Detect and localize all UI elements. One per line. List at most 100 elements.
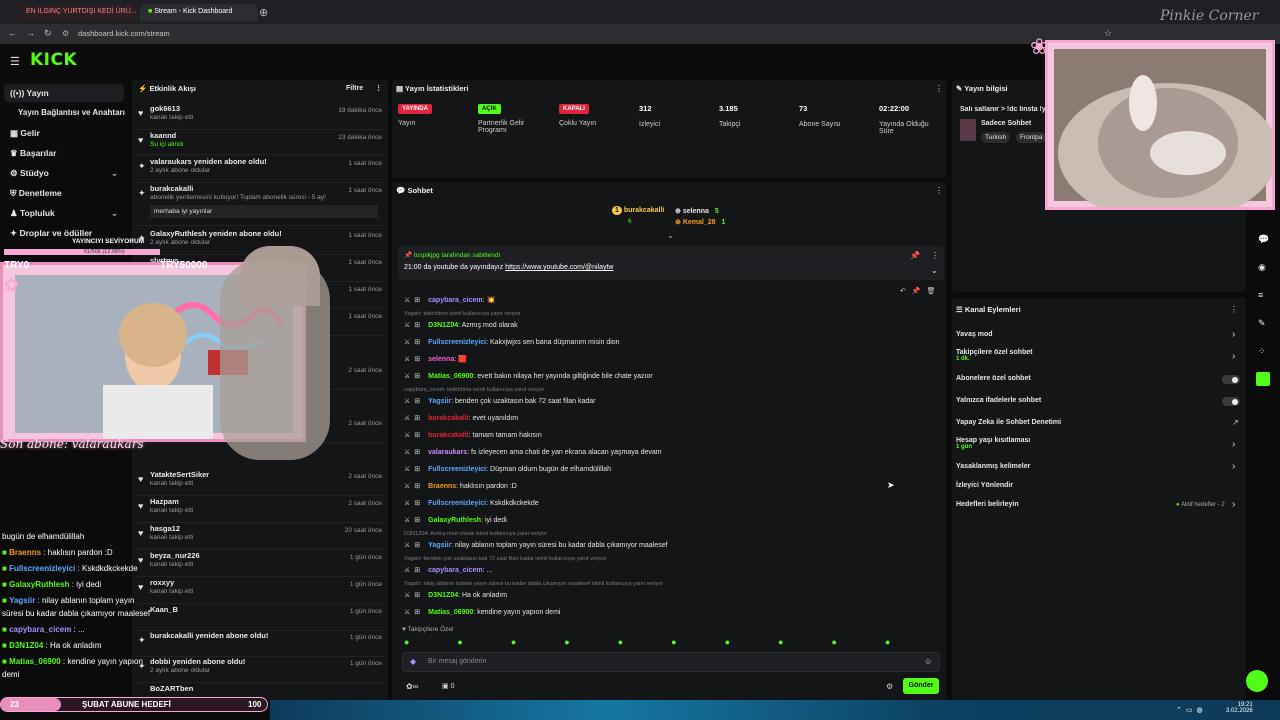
stat-live: YAYINDA Yayın [398,104,432,127]
chevron-down-icon[interactable]: ⌄ [931,266,938,275]
more-icon[interactable]: ⋮ [1230,305,1238,314]
banned-words-item[interactable]: Yasaklanmış kelimeler [956,463,1030,470]
stream-info-title: ✎ Yayın bilgisi [956,84,1008,93]
apps-icon[interactable]: ⁘ [1258,346,1266,357]
activity-item: ✦ burakcakalli yeniden abone oldu! 1 gün ö… [136,631,384,657]
forward-icon[interactable]: → [26,28,35,38]
raid-item[interactable]: İzleyici Yönlendir [956,482,1013,489]
heart-icon: ♥ [138,108,144,118]
calendar-icon[interactable] [1256,372,1270,386]
unpin-icon[interactable]: 📌 [910,251,920,260]
chat-message: ⚔⊞ D3N1Z04: Ha ok anladım [404,592,508,599]
chat-message: ⚔⊞ Matias_06900: evett bakın nilaya her y… [404,373,653,380]
mod-icons: ⚔⊞ [404,297,425,304]
overlay-chat-line: ■ capybara_cicem : ... [2,625,85,634]
activity-item: ♥ YatakteSertSiker kanalı takip etti 2 saat… [136,470,384,496]
followers-only-label: ♥ Takipçilere Özel [402,626,454,633]
chevron-right-icon[interactable]: › [1232,329,1235,340]
activity-item: ♥ roxxyy kanalı takip etti 1 gün önce [136,578,384,604]
chevron-right-icon[interactable]: › [1232,499,1235,510]
stat-multistream: KAPALI Çoklu Yayın [559,104,597,127]
mod-icons: ⚔⊞ [404,592,425,599]
points-icon[interactable]: ✿∞ [406,682,418,691]
mod-icons: ⚔⊞ [404,449,425,456]
rank-3-icon: ⊕ [675,219,683,226]
sidebar-item-community[interactable]: ♟ Topluluk ⌄ [4,204,124,222]
kick-logo[interactable]: KICK [30,50,77,70]
chat-message: ⚔⊞ Braenns: haklısın pardon :D [404,483,517,490]
top-chatter-3: ⊕ Kemal_28 1 [675,219,726,226]
sidebar-item-stream[interactable]: ((•)) Yayın [4,84,124,102]
broadcast-icon[interactable]: ◉ [1258,262,1266,273]
flower-icon: ✿ [4,275,20,295]
sidebar-item-studio[interactable]: ⚙ Stüdyo ⌄ [4,164,124,182]
browser-tab-kick[interactable]: ■ Stream - Kick Dashboard [140,4,258,21]
pinned-link[interactable]: https://www.youtube.com/@nilaytw [505,264,613,271]
tray-icons[interactable]: ⌃▭◍ [1176,706,1207,714]
more-icon[interactable]: ⋮ [935,186,943,195]
message-actions[interactable]: ↶📌🗑 [900,287,941,295]
followers-only-item[interactable]: Takipçilere özel sohbet 1 dk. [956,349,1033,362]
sidebar-item-achievements[interactable]: ♛ Başarılar [4,144,124,162]
mod-icons: ⚔⊞ [404,356,425,363]
revenue-icon: ▦ [10,128,21,138]
more-icon[interactable]: ⋮ [931,251,939,260]
top-chatter-2: ⊕ selenna 5 [675,208,719,215]
chevron-right-icon[interactable]: › [1232,351,1235,362]
reply-line: Yagsiir: twitchtime isimli kullanıcıya y… [404,311,521,317]
gear-icon: ⚙ [10,168,20,178]
mod-icons: ⚔⊞ [404,466,425,473]
account-age-item[interactable]: Hesap yaşı kısıtlaması 1 gün [956,437,1030,450]
url-text[interactable]: dashboard.kick.com/stream [78,29,170,38]
overlay-chat-line: ■ Yagsiir : nilay ablanın toplam yayın [2,596,135,605]
top-chatter-1: 1 burakcakalli [612,206,664,215]
activity-item: ✦ burakcakalli abonelik yenilemesini kutlu… [136,184,384,226]
back-icon[interactable]: ← [8,28,17,38]
support-chat-icon[interactable] [1246,670,1268,692]
stream-icon: ((•)) [10,88,27,98]
slow-mode-item[interactable]: Yavaş mod [956,331,993,338]
external-link-icon[interactable]: ↗ [1232,418,1239,427]
star-icon: ✦ [138,635,146,645]
loves-label: YAYINCIYI SEVİYORUM [72,238,145,245]
category-name: Sadece Sohbet [981,120,1032,127]
menu-icon[interactable]: ☰ [10,55,20,68]
emotes-only-toggle[interactable] [1222,397,1240,406]
new-tab-button[interactable]: ⊕ [259,6,268,19]
mod-icons: ⚔⊞ [404,609,425,616]
taskbar-clock: 19:21 3.02.2026 [1226,702,1253,714]
sidebar-item-stream-key[interactable]: Yayın Bağlantısı ve Anahtarı [12,104,132,122]
reply-line: capybara_cicem: twitchtime isimli kullan… [404,387,545,393]
more-icon[interactable]: ⋮ [935,84,943,93]
cat-cam-frame [1045,40,1278,223]
pinned-by: 📌 tospikjpg tarafından sabitlendi [404,252,500,259]
sidebar-item-revenue[interactable]: ▦ Gelir [4,124,124,142]
settings-icon[interactable]: ⚙ [886,682,893,691]
wrench-icon[interactable]: ✎ [1258,318,1266,329]
browser-tab-youtube[interactable]: EN İLGİNÇ YURTDIŞI KEDİ ÜRÜ... [18,4,138,21]
goals-item[interactable]: Hedefleri belirleyin [956,501,1019,508]
bookmark-star-icon[interactable]: ☆ [1104,28,1112,39]
chat-icon[interactable]: 💬 [1258,234,1269,245]
chevron-right-icon[interactable]: › [1232,439,1235,450]
filter-button[interactable]: Filtre ⋮ [346,84,382,92]
rank-2-icon: ⊕ [675,208,683,215]
site-info-icon[interactable]: ⚙ [62,29,69,38]
chat-input-placeholder[interactable]: Bir mesaj gönderin [428,658,486,665]
sidebar-item-moderation[interactable]: ⛨ Denetleme [4,184,124,202]
collapse-icon[interactable]: ⌄ [667,231,674,240]
reload-icon[interactable]: ↻ [44,28,52,39]
overlay-chat-line: ■ Matias_06900 : kendine yayın yapıon [2,657,143,666]
pinned-text: 21:00 da youtube da yayındayız https://w… [404,264,614,271]
rank-1-icon: 1 [612,206,622,215]
heart-icon: ♥ [138,135,144,145]
ai-moderation-item[interactable]: Yapay Zeka ile Sohbet Denetimi [956,419,1061,426]
chat-message: ⚔⊞ Matias_06900: kendine yayın yapıon dem… [404,609,561,616]
subscribers-only-toggle[interactable] [1222,375,1240,384]
send-button[interactable]: Gönder [903,678,939,694]
chevron-right-icon[interactable]: › [1232,461,1235,472]
emote-row[interactable]: ●●●●●●●●●● [404,637,940,647]
emoji-icon[interactable]: ☺ [924,657,932,666]
last-subscriber: Son abone: valaraukars [0,437,144,451]
list-icon[interactable]: ≡ [1258,290,1263,300]
